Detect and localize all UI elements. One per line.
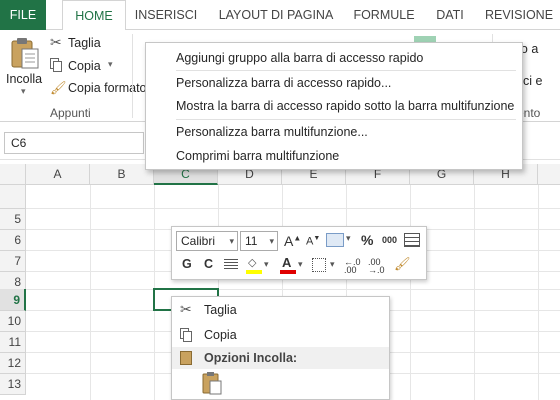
column-header-a[interactable]: A [26, 164, 90, 185]
row-header-12[interactable]: 12 [0, 353, 26, 374]
menu-item-add-group-to-qat[interactable]: Aggiungi gruppo alla barra di accesso ra… [176, 48, 423, 68]
grow-font-label: A [284, 233, 294, 249]
chevron-down-icon: ▾ [21, 86, 26, 96]
copy-label: Copia [68, 59, 101, 73]
row-header-blank [0, 185, 26, 209]
row-header-9[interactable]: 9 [0, 289, 26, 311]
select-all-corner[interactable] [0, 164, 26, 185]
cut-label: Taglia [68, 36, 101, 50]
menu-item-collapse-ribbon[interactable]: Comprimi barra multifunzione [176, 146, 339, 166]
paste-icon [11, 38, 39, 69]
tab-insert[interactable]: INSERISCI [130, 0, 202, 30]
name-box[interactable]: C6 [4, 132, 144, 154]
increase-decimal-icon[interactable]: ←.0.00 [344, 258, 361, 275]
fill-color-icon[interactable]: ◇ [246, 256, 262, 274]
tab-file[interactable]: FILE [0, 0, 46, 30]
font-color-icon[interactable]: A [280, 255, 296, 275]
format-painter-label: Copia formato [68, 81, 147, 95]
font-size-select[interactable]: 11 ▾ [240, 231, 278, 251]
paste-label: Incolla [6, 72, 43, 86]
menu-item-show-qat-below-ribbon[interactable]: Mostra la barra di accesso rapido sotto … [176, 96, 514, 116]
row-header-7[interactable]: 7 [0, 251, 26, 272]
chevron-down-icon[interactable]: ▾ [264, 259, 269, 270]
context-paste-options-label: Opzioni Incolla: [204, 351, 298, 365]
format-as-table-icon[interactable] [404, 233, 420, 247]
group-separator [132, 34, 133, 118]
paste-icon [180, 351, 192, 365]
tab-page-layout[interactable]: LAYOUT DI PAGINA [208, 0, 344, 30]
mini-toolbar: Calibri ▾ 11 ▾ A▲ A▼ ▾ % 000 G C ◇ ▾ A ▾… [171, 226, 427, 280]
font-name-value: Calibri [181, 234, 216, 248]
chevron-down-icon[interactable]: ▾ [298, 259, 303, 270]
clipboard-group-label: Appunti [50, 106, 91, 120]
italic-button[interactable]: C [204, 257, 213, 271]
tab-review[interactable]: REVISIONE [478, 0, 560, 30]
tab-data[interactable]: DATI [426, 0, 474, 30]
borders-icon[interactable] [312, 258, 326, 272]
row-header-10[interactable]: 10 [0, 311, 26, 332]
copy-button[interactable]: Copia ▾ [50, 56, 134, 76]
chevron-down-icon: ▾ [269, 236, 274, 246]
paste-button[interactable]: Incolla ▾ [4, 34, 46, 100]
chevron-down-icon: ▾ [229, 236, 234, 246]
bold-button[interactable]: G [182, 257, 192, 271]
tab-formulas[interactable]: FORMULE [346, 0, 422, 30]
row-header-13[interactable]: 13 [0, 374, 26, 395]
grid-line [26, 289, 560, 290]
grid-line [26, 208, 560, 209]
format-painter-button[interactable]: 🖌 Copia formato [50, 78, 147, 98]
font-size-value: 11 [245, 234, 258, 248]
copy-icon [50, 58, 62, 72]
row-header-5[interactable]: 5 [0, 209, 26, 230]
font-color-letter: A [282, 255, 292, 270]
tab-home[interactable]: HOME [62, 0, 126, 31]
paste-option-button[interactable] [200, 371, 226, 397]
menu-item-customize-ribbon[interactable]: Personalizza barra multifunzione... [176, 122, 368, 142]
chevron-down-icon[interactable]: ▾ [108, 59, 113, 70]
menu-separator [176, 119, 516, 120]
paintbrush-icon: 🖌 [50, 80, 67, 95]
shrink-font-button[interactable]: A▼ [306, 235, 320, 248]
quick-access-toolbar-menu: Aggiungi gruppo alla barra di accesso ra… [145, 42, 523, 170]
chevron-down-icon[interactable]: ▾ [346, 233, 351, 244]
chevron-down-icon[interactable]: ▾ [330, 259, 335, 270]
menu-item-customize-qat[interactable]: Personalizza barra di accesso rapido... [176, 73, 391, 93]
scissors-icon: ✂ [180, 301, 192, 317]
copy-icon [180, 328, 192, 342]
row-header-11[interactable]: 11 [0, 332, 26, 353]
ribbon-tab-bar: FILE HOME INSERISCI LAYOUT DI PAGINA FOR… [0, 0, 560, 31]
row-header-6[interactable]: 6 [0, 230, 26, 251]
context-item-copy[interactable]: Copia [204, 324, 237, 346]
grow-font-button[interactable]: A▲ [284, 233, 301, 249]
cut-button[interactable]: ✂ Taglia [50, 34, 110, 54]
align-center-icon[interactable] [224, 259, 238, 271]
decrease-decimal-icon[interactable]: .00 →.0 [368, 258, 385, 275]
context-item-cut[interactable]: Taglia [204, 299, 237, 321]
menu-separator [176, 70, 516, 71]
paste-icon [202, 372, 222, 395]
comma-style-button[interactable]: 000 [382, 235, 397, 245]
number-format-icon[interactable] [326, 233, 344, 247]
paintbrush-icon[interactable]: 🖌 [394, 256, 411, 272]
scissors-icon: ✂ [50, 34, 62, 50]
font-name-select[interactable]: Calibri ▾ [176, 231, 238, 251]
percent-style-button[interactable]: % [361, 232, 373, 248]
context-menu: ✂ Taglia Copia Opzioni Incolla: [171, 296, 390, 400]
